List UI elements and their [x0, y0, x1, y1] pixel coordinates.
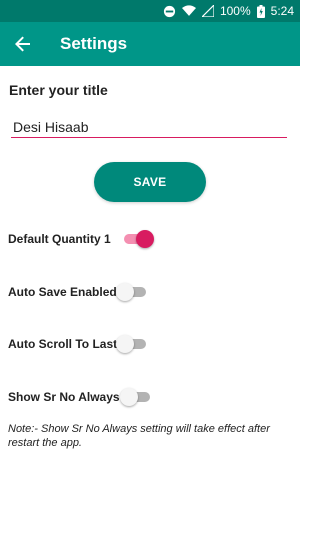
- wifi-icon: [181, 5, 196, 17]
- setting-label: Show Sr No Always: [8, 390, 120, 404]
- note-text: Note:- Show Sr No Always setting will ta…: [8, 423, 270, 449]
- clock: 5:24: [270, 4, 294, 18]
- switch-thumb: [120, 388, 138, 406]
- battery-icon: [256, 4, 265, 18]
- switch-thumb: [136, 230, 154, 248]
- setting-row-show-sr-no: Show Sr No Always: [0, 385, 300, 409]
- arrow-back-icon: [15, 36, 30, 52]
- status-icons: 100% 5:24: [163, 3, 294, 19]
- show-sr-no-toggle[interactable]: [120, 388, 150, 406]
- dnd-icon: [163, 5, 176, 18]
- app-bar: Settings: [0, 22, 300, 66]
- switch-thumb: [116, 335, 134, 353]
- setting-row-auto-save: Auto Save Enabled: [0, 280, 300, 304]
- page-title: Settings: [60, 34, 128, 53]
- default-quantity-toggle[interactable]: [124, 230, 154, 248]
- setting-row-default-quantity: Default Quantity 1: [0, 227, 300, 251]
- back-button[interactable]: [10, 31, 36, 57]
- title-label: Enter your title: [9, 82, 108, 98]
- signal-icon: [201, 5, 214, 17]
- title-input[interactable]: [11, 116, 287, 138]
- save-button[interactable]: SAVE: [94, 162, 206, 202]
- status-bar: 100% 5:24: [0, 0, 300, 22]
- setting-label: Auto Scroll To Last: [8, 337, 118, 351]
- setting-label: Auto Save Enabled: [8, 285, 117, 299]
- battery-percentage: 100%: [219, 4, 251, 18]
- switch-thumb: [116, 283, 134, 301]
- auto-save-toggle[interactable]: [116, 283, 146, 301]
- setting-label: Default Quantity 1: [8, 232, 111, 246]
- auto-scroll-toggle[interactable]: [116, 335, 146, 353]
- setting-row-auto-scroll: Auto Scroll To Last: [0, 332, 300, 356]
